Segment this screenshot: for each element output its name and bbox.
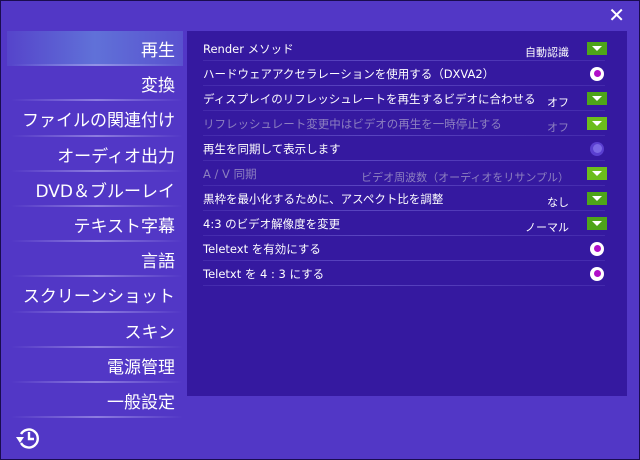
setting-label: 黒枠を最小化するために、アスペクト比を調整 (203, 191, 444, 206)
setting-teletext: Teletext を有効にする (203, 236, 617, 261)
dropdown-arrow-icon[interactable] (587, 217, 607, 230)
dropdown-arrow-icon[interactable] (587, 117, 607, 130)
setting-label: Render メソッド (203, 41, 294, 56)
setting-teletext-43: Teletxt を 4 : 3 にする (203, 261, 617, 286)
setting-render-method: Render メソッド 自動認識 (203, 36, 617, 61)
sidebar-item-file-association[interactable]: ファイルの関連付け (7, 101, 183, 137)
close-button[interactable]: ✕ (608, 5, 625, 25)
sidebar-item-conversion[interactable]: 変換 (7, 66, 183, 102)
dropdown-value: ノーマル (525, 220, 569, 234)
setting-label: 4:3 のビデオ解像度を変更 (203, 216, 341, 231)
sidebar-item-subtitles[interactable]: テキスト字幕 (7, 207, 183, 243)
sidebar-item-playback[interactable]: 再生 (7, 31, 183, 67)
setting-aspect-ratio: 黒枠を最小化するために、アスペクト比を調整 なし (203, 186, 617, 211)
dropdown-value: 自動認識 (525, 45, 569, 59)
setting-label: リフレッシュレート変更中はビデオの再生を一時停止する (203, 116, 502, 131)
sidebar: 再生 変換 ファイルの関連付け オーディオ出力 DVD＆ブルーレイ テキスト字幕… (7, 31, 183, 419)
setting-label: Teletxt を 4 : 3 にする (203, 266, 325, 281)
setting-sync-display: 再生を同期して表示します (203, 136, 617, 161)
dropdown-arrow-icon[interactable] (587, 92, 607, 105)
setting-hardware-acceleration: ハードウェアアクセラレーションを使用する（DXVA2） (203, 61, 617, 86)
sidebar-item-audio-output[interactable]: オーディオ出力 (7, 137, 183, 172)
setting-label: ディスプレイのリフレッシュレートを再生するビデオに合わせる (203, 91, 536, 106)
toggle-radio[interactable] (590, 241, 604, 256)
sidebar-item-language[interactable]: 言語 (7, 242, 183, 278)
dropdown-value: なし (547, 195, 569, 209)
sidebar-item-skin[interactable]: スキン (7, 313, 183, 348)
dropdown-arrow-icon[interactable] (587, 192, 607, 205)
settings-panel: Render メソッド 自動認識 ハードウェアアクセラレーションを使用する（DXV… (187, 31, 627, 396)
setting-label: 再生を同期して表示します (203, 141, 341, 156)
setting-label: A / V 同期 (203, 166, 257, 181)
history-reset-icon[interactable] (15, 425, 41, 451)
setting-av-sync: A / V 同期 ビデオ周波数（オーディオをリサンプル） (203, 161, 617, 186)
setting-match-refresh-rate: ディスプレイのリフレッシュレートを再生するビデオに合わせる オフ (203, 86, 617, 111)
sidebar-item-screenshot[interactable]: スクリーンショット (7, 277, 183, 313)
toggle-radio[interactable] (590, 66, 604, 81)
setting-label: ハードウェアアクセラレーションを使用する（DXVA2） (203, 66, 495, 81)
dropdown-value: オフ (547, 95, 569, 109)
sidebar-item-dvd-bluray[interactable]: DVD＆ブルーレイ (7, 172, 183, 208)
toggle-radio[interactable] (590, 141, 604, 156)
sidebar-item-power[interactable]: 電源管理 (7, 348, 183, 384)
setting-pause-on-refresh-change: リフレッシュレート変更中はビデオの再生を一時停止する オフ (203, 111, 617, 136)
dropdown-value: ビデオ周波数（オーディオをリサンプル） (361, 170, 569, 184)
setting-43-resolution: 4:3 のビデオ解像度を変更 ノーマル (203, 211, 617, 236)
sidebar-item-general[interactable]: 一般設定 (7, 383, 183, 419)
setting-label: Teletext を有効にする (203, 241, 321, 256)
toggle-radio[interactable] (590, 266, 604, 281)
dropdown-arrow-icon[interactable] (587, 167, 607, 180)
dropdown-value: オフ (547, 120, 569, 134)
dropdown-arrow-icon[interactable] (587, 42, 607, 55)
